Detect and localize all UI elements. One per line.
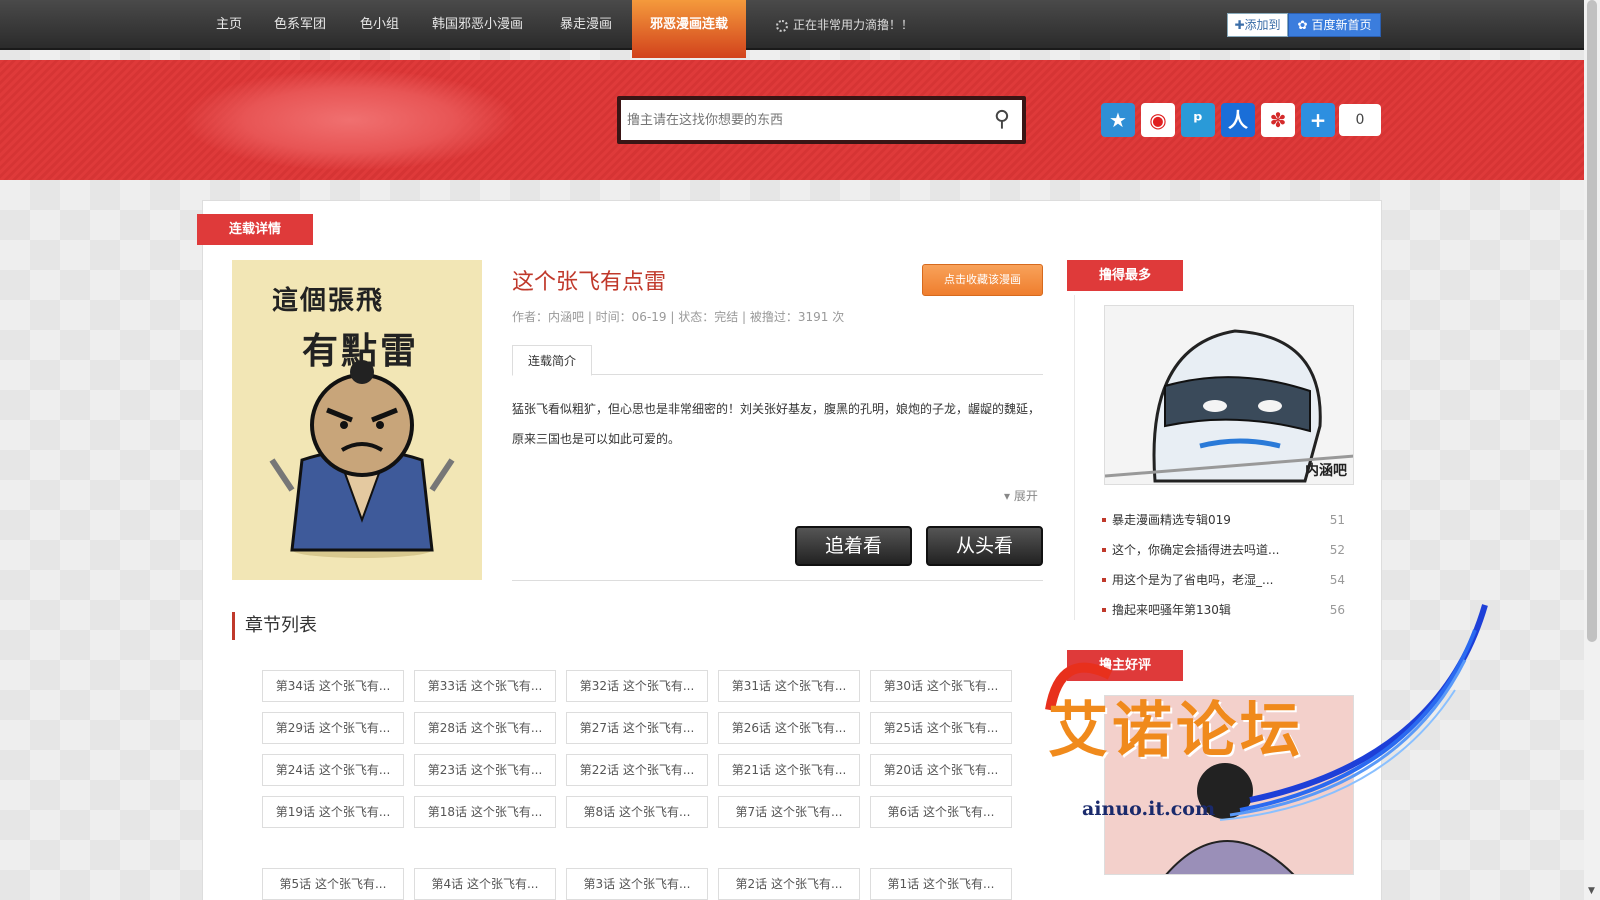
chapter-button[interactable]: 第20话 这个张飞有... [870, 754, 1012, 786]
chapter-button[interactable]: 第29话 这个张飞有... [262, 712, 404, 744]
expand-label: 展开 [1013, 489, 1038, 503]
caret-down-icon: ▾ [1004, 489, 1011, 503]
list-item[interactable]: 用这个是为了省电吗，老湿_... 54 [1100, 565, 1345, 595]
chapter-button[interactable]: 第19话 这个张飞有... [262, 796, 404, 828]
vertical-scrollbar[interactable]: ▼ [1584, 0, 1600, 900]
list-item-title: 用这个是为了省电吗，老湿_... [1112, 573, 1274, 587]
list-item-title: 这个，你确定会插得进去吗道... [1112, 543, 1280, 557]
nav-item-color-legion[interactable]: 色系军团 [274, 0, 326, 50]
weibo-icon[interactable]: ◉ [1141, 103, 1175, 137]
list-item[interactable]: 暴走漫画精选专辑019 51 [1100, 505, 1345, 535]
helmet-character-illustration [1105, 329, 1353, 483]
chapter-button[interactable]: 第8话 这个张飞有... [566, 796, 708, 828]
netease-icon[interactable]: ✽ [1261, 103, 1295, 137]
list-item-title: 暴走漫画精选专辑019 [1112, 513, 1231, 527]
spinner-icon [776, 19, 788, 32]
chapter-button[interactable]: 第33话 这个张飞有... [414, 670, 556, 702]
sidebar-featured-image[interactable]: 内涵吧 [1104, 305, 1354, 485]
chapter-button[interactable]: 第28话 这个张飞有... [414, 712, 556, 744]
add-to-button[interactable]: ✚添加到 [1227, 13, 1288, 37]
site-logo[interactable] [185, 70, 515, 170]
detail-tabs: 连载简介 [512, 345, 1043, 376]
chapter-button[interactable]: 第2话 这个张飞有... [718, 868, 860, 900]
follow-reading-button[interactable]: 追着看 [795, 526, 912, 566]
paw-icon: ✿ [1297, 18, 1308, 32]
add-to-label: 添加到 [1244, 18, 1281, 32]
expand-toggle[interactable]: ▾ 展开 [1004, 487, 1038, 504]
search-input[interactable] [627, 108, 967, 132]
nav-item-rage-comics[interactable]: 暴走漫画 [560, 0, 612, 50]
cover-character-illustration [269, 360, 455, 558]
search-box: ⚲ [617, 96, 1026, 144]
chapter-button[interactable]: 第23话 这个张飞有... [414, 754, 556, 786]
list-item[interactable]: 这个，你确定会插得进去吗道... 52 [1100, 535, 1345, 565]
more-share-icon[interactable]: + [1301, 103, 1335, 137]
chapter-button[interactable]: 第5话 这个张飞有... [262, 868, 404, 900]
qzone-icon[interactable]: ★ [1101, 103, 1135, 137]
section-tag-most-viewed: 撸得最多 [1067, 260, 1183, 291]
comic-description: 猛张飞看似粗犷，但心思也是非常细密的！刘关张好基友，腹黑的孔明，娘炮的子龙，龌龊… [512, 402, 1041, 446]
chapter-button[interactable]: 第1话 这个张飞有... [870, 868, 1012, 900]
chapter-button[interactable]: 第25话 这个张飞有... [870, 712, 1012, 744]
chapter-button[interactable]: 第26话 这个张飞有... [718, 712, 860, 744]
list-item-count: 51 [1329, 513, 1345, 527]
chapter-button[interactable]: 第24话 这个张飞有... [262, 754, 404, 786]
baidu-homepage-button[interactable]: ✿ 百度新首页 [1288, 13, 1381, 37]
renren-icon[interactable]: 人 [1221, 103, 1255, 137]
chapter-button[interactable]: 第22话 这个张飞有... [566, 754, 708, 786]
list-item-count: 54 [1329, 573, 1345, 587]
plus-icon: ✚ [1234, 18, 1245, 32]
tab-introduction[interactable]: 连载简介 [512, 345, 592, 376]
sidebar-image-caption: 内涵吧 [1305, 463, 1347, 479]
chapter-button[interactable]: 第3话 这个张飞有... [566, 868, 708, 900]
nav-item-color-group[interactable]: 色小组 [360, 0, 399, 50]
detail-divider [512, 580, 1043, 581]
loading-status: 正在非常用力滴撸！！ [776, 0, 913, 50]
comic-meta: 作者：内涵吧 | 时间：06-19 | 状态：完结 | 被撸过：3191 次 [512, 310, 845, 324]
favorite-button[interactable]: 点击收藏该漫画 [922, 264, 1043, 296]
sidebar-divider [1074, 295, 1075, 620]
comic-cover[interactable]: 這個張飛 有點雷 [232, 260, 482, 580]
nav-item-korean-comics[interactable]: 韩国邪恶小漫画 [432, 0, 523, 50]
chapter-button[interactable]: 第6话 这个张飞有... [870, 796, 1012, 828]
read-from-start-button[interactable]: 从头看 [926, 526, 1043, 566]
share-count: 0 [1339, 104, 1381, 136]
comic-title: 这个张飞有点雷 [512, 270, 667, 295]
chapter-list-heading: 章节列表 [232, 612, 317, 640]
chapter-button[interactable]: 第34话 这个张飞有... [262, 670, 404, 702]
loading-status-text: 正在非常用力滴撸！！ [793, 18, 914, 32]
tencent-weibo-icon[interactable]: ᵖ [1181, 103, 1215, 137]
section-tag-detail: 连载详情 [197, 214, 313, 245]
nav-item-serial-comics[interactable]: 邪恶漫画连载 [632, 0, 746, 58]
search-icon[interactable]: ⚲ [994, 106, 1010, 134]
nav-item-home[interactable]: 主页 [216, 0, 242, 50]
chapter-button[interactable]: 第30话 这个张飞有... [870, 670, 1012, 702]
scrollbar-thumb[interactable] [1587, 0, 1597, 642]
chapter-button[interactable]: 第27话 这个张飞有... [566, 712, 708, 744]
chapter-button[interactable]: 第4话 这个张飞有... [414, 868, 556, 900]
chapter-button[interactable]: 第31话 这个张飞有... [718, 670, 860, 702]
chapter-button[interactable]: 第7话 这个张飞有... [718, 796, 860, 828]
watermark-url: ainuo.it.com [1082, 798, 1216, 820]
watermark-text: 艾诺论坛 [1048, 696, 1304, 766]
top-nav-bar: 主页 色系军团 色小组 韩国邪恶小漫画 暴走漫画 邪恶漫画连载 正在非常用力滴撸… [0, 0, 1584, 58]
chapter-button[interactable]: 第21话 这个张飞有... [718, 754, 860, 786]
baidu-homepage-label: 百度新首页 [1311, 18, 1372, 32]
chapter-button[interactable]: 第18话 这个张飞有... [414, 796, 556, 828]
scroll-down-arrow-icon[interactable]: ▼ [1588, 886, 1595, 896]
list-item-count: 52 [1329, 543, 1345, 557]
chapter-button[interactable]: 第32话 这个张飞有... [566, 670, 708, 702]
